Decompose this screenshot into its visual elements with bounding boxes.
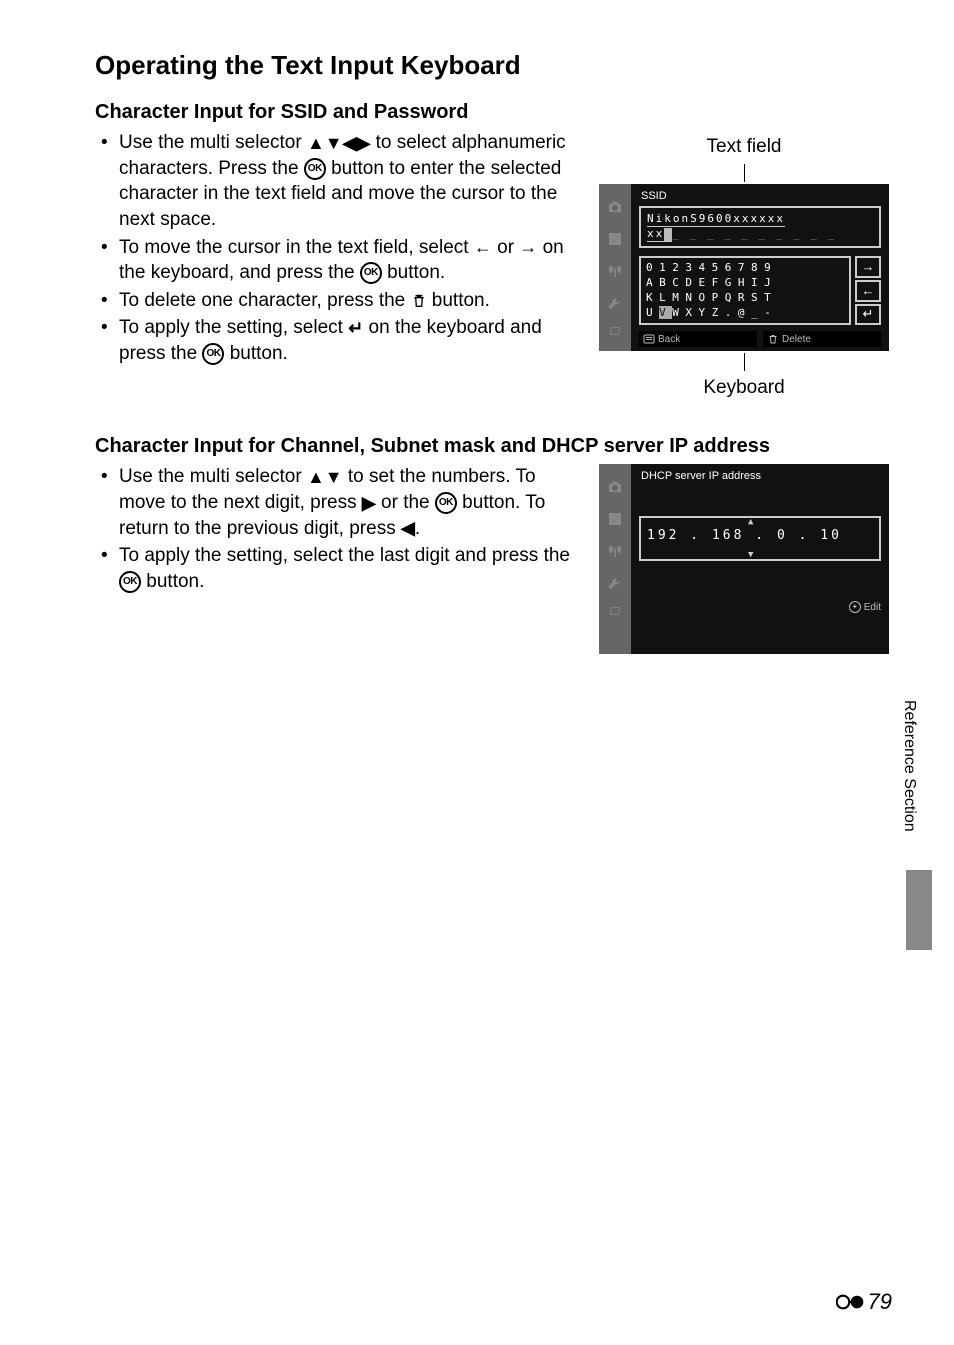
edit-footer: ✦Edit bbox=[639, 601, 881, 613]
wrench-icon bbox=[606, 294, 624, 312]
play-icon bbox=[606, 230, 624, 248]
textfield-line1: NikonS9600xxxxxx bbox=[647, 212, 785, 227]
ip-digit: 0 bbox=[777, 528, 788, 543]
ip-seg: 192 bbox=[647, 528, 679, 543]
right-triangle-icon: ▶ bbox=[362, 491, 376, 515]
kb-row: ABCDEFGHIJ bbox=[646, 276, 844, 291]
textfield-line2: xx bbox=[647, 227, 664, 242]
bullet3: To delete one character, press the butto… bbox=[95, 288, 574, 314]
antenna-icon bbox=[606, 262, 624, 280]
screen-title: DHCP server IP address bbox=[641, 470, 881, 482]
camera-screen-dhcp: DHCP server IP address ▲ 192 . 168 . 0 .… bbox=[599, 464, 889, 654]
text: Use the multi selector bbox=[119, 466, 307, 487]
kb-row: KLMNOPQRST bbox=[646, 291, 844, 306]
delete-label: Delete bbox=[782, 334, 811, 345]
kb-row: 0123456789 bbox=[646, 261, 844, 276]
trash-icon bbox=[767, 333, 779, 345]
ip-digit: 1 bbox=[820, 528, 831, 543]
bullet2: To apply the setting, select the last di… bbox=[95, 543, 574, 594]
ssid-text-field: NikonS9600xxxxxx xx _ _ _ _ _ _ _ _ _ _ bbox=[639, 206, 881, 248]
text: Use the multi selector bbox=[119, 132, 307, 153]
back-button: Back bbox=[639, 331, 757, 347]
kb-row: UVWXYZ.@_- bbox=[646, 306, 844, 321]
nav-right-icon: → bbox=[855, 256, 881, 278]
annotation-line bbox=[744, 353, 745, 371]
edit-label: Edit bbox=[864, 602, 881, 613]
text: . bbox=[415, 518, 420, 539]
text: button. bbox=[427, 290, 490, 311]
text: button. bbox=[224, 343, 287, 364]
on-screen-keyboard: 0123456789 ABCDEFGHIJ KLMNOPQRST UVWXYZ.… bbox=[639, 256, 881, 325]
ok-button-icon: OK bbox=[304, 158, 326, 180]
bullet1: Use the multi selector ▲▼◀▶ to select al… bbox=[95, 130, 574, 233]
camera-sidebar bbox=[599, 184, 631, 351]
menu-icon bbox=[608, 326, 622, 336]
up-indicator-icon: ▲ bbox=[748, 517, 756, 527]
section1-heading: Character Input for SSID and Password bbox=[95, 101, 894, 124]
camera-icon bbox=[606, 198, 624, 216]
left-triangle-icon: ◀ bbox=[401, 516, 415, 540]
text: To delete one character, press the bbox=[119, 290, 411, 311]
text: button. bbox=[141, 571, 204, 592]
footer-icon bbox=[836, 1292, 864, 1312]
nav-enter-icon: ↵ bbox=[855, 304, 881, 326]
ip-seg: 168 bbox=[712, 528, 744, 543]
ip-digit: 0 bbox=[831, 528, 842, 543]
annotation-line bbox=[744, 164, 745, 182]
blank-slots: _ _ _ _ _ _ _ _ _ _ bbox=[672, 227, 836, 241]
ok-button-icon: OK bbox=[360, 262, 382, 284]
screen-title: SSID bbox=[641, 190, 881, 202]
bullet1: Use the multi selector ▲▼ to set the num… bbox=[95, 464, 574, 541]
right-arrow-icon: → bbox=[519, 235, 537, 259]
bullet4: To apply the setting, select ↵ on the ke… bbox=[95, 315, 574, 366]
text: To apply the setting, select the last di… bbox=[119, 545, 570, 566]
page-title: Operating the Text Input Keyboard bbox=[95, 50, 894, 81]
up-down-left-right-icon: ▲▼◀▶ bbox=[307, 131, 370, 155]
camera-icon bbox=[606, 478, 624, 496]
nav-left-icon: ← bbox=[855, 280, 881, 302]
cursor bbox=[664, 228, 672, 242]
delete-button: Delete bbox=[763, 331, 881, 347]
back-label: Back bbox=[658, 334, 680, 345]
ok-button-icon: OK bbox=[119, 571, 141, 593]
play-icon bbox=[606, 510, 624, 528]
up-down-icon: ▲▼ bbox=[307, 465, 343, 489]
enter-icon: ↵ bbox=[348, 316, 363, 340]
dpad-icon: ✦ bbox=[849, 601, 861, 613]
section2-bullets: Use the multi selector ▲▼ to set the num… bbox=[95, 464, 574, 594]
kb-chars: U bbox=[646, 306, 659, 319]
key-nav: → ← ↵ bbox=[855, 256, 881, 325]
left-arrow-icon: ← bbox=[474, 235, 492, 259]
page-footer: 79 bbox=[836, 1289, 892, 1315]
annotation-text-field: Text field bbox=[594, 136, 894, 158]
down-indicator-icon: ▼ bbox=[748, 550, 756, 560]
wrench-icon bbox=[606, 574, 624, 592]
text: or the bbox=[376, 492, 435, 513]
ok-button-icon: OK bbox=[202, 343, 224, 365]
camera-sidebar bbox=[599, 464, 631, 654]
kb-selected: V bbox=[659, 306, 672, 319]
side-section-label: Reference Section bbox=[900, 700, 918, 832]
text: To apply the setting, select bbox=[119, 317, 348, 338]
section1-bullets: Use the multi selector ▲▼◀▶ to select al… bbox=[95, 130, 574, 367]
page-number: 79 bbox=[868, 1289, 892, 1315]
trash-icon bbox=[411, 292, 427, 310]
bullet2: To move the cursor in the text field, se… bbox=[95, 235, 574, 286]
text: button. bbox=[382, 262, 445, 283]
antenna-icon bbox=[606, 542, 624, 560]
key-grid: 0123456789 ABCDEFGHIJ KLMNOPQRST UVWXYZ.… bbox=[639, 256, 851, 325]
text: To move the cursor in the text field, se… bbox=[119, 237, 474, 258]
section2-heading: Character Input for Channel, Subnet mask… bbox=[95, 435, 894, 458]
side-tab bbox=[906, 870, 932, 950]
camera-screen-ssid: SSID NikonS9600xxxxxx xx _ _ _ _ _ _ _ _ … bbox=[599, 184, 889, 351]
ip-input-box: ▲ 192 . 168 . 0 . 10 ▼ bbox=[639, 516, 881, 561]
annotation-keyboard: Keyboard bbox=[594, 377, 894, 399]
menu-icon bbox=[608, 606, 622, 616]
menu-icon bbox=[643, 333, 655, 345]
text: or bbox=[492, 237, 519, 258]
kb-chars: WXYZ.@_- bbox=[672, 306, 777, 319]
ok-button-icon: OK bbox=[435, 492, 457, 514]
